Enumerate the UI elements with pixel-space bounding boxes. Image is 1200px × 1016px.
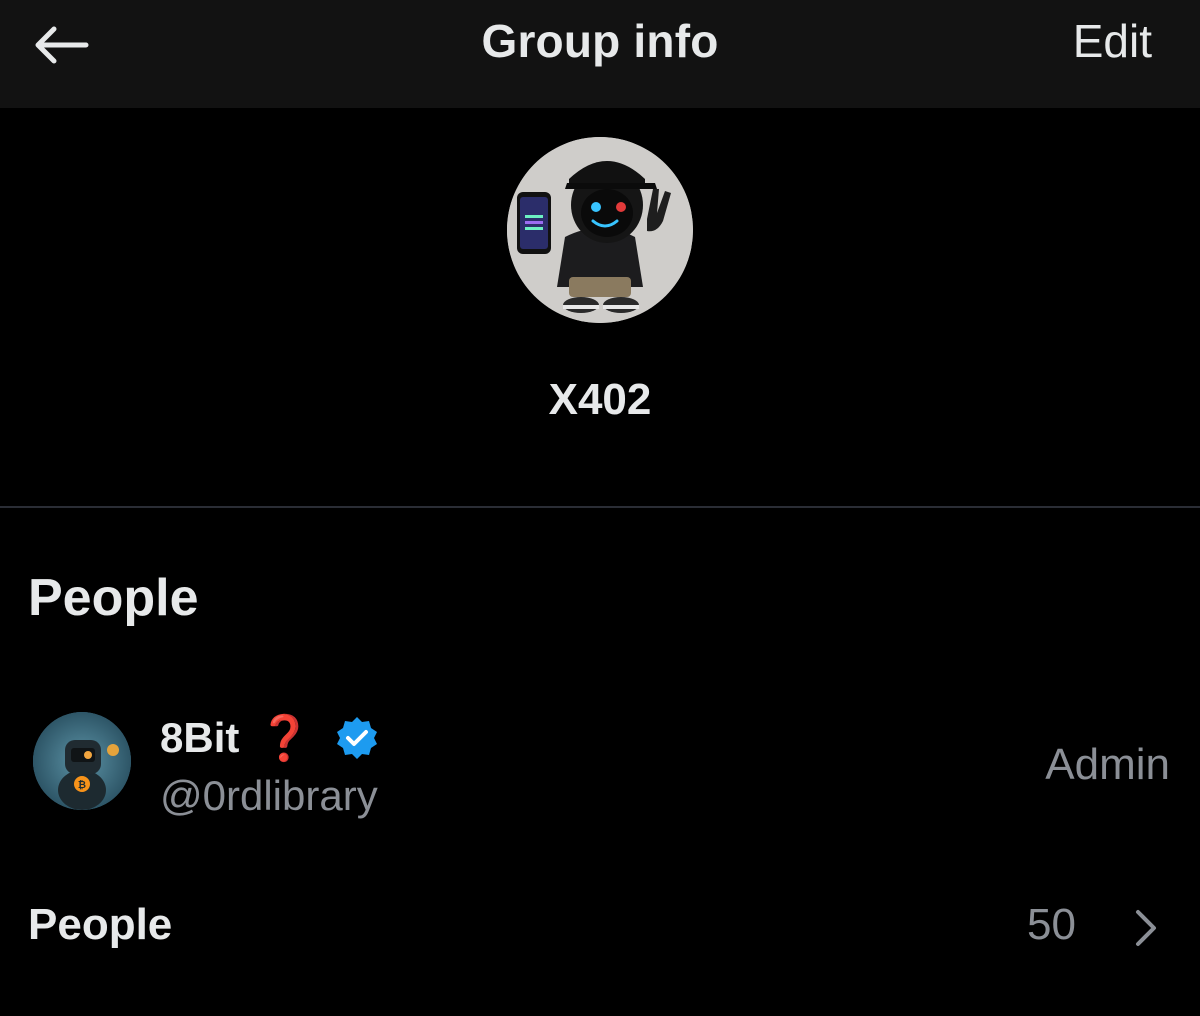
- member-name-text: 8Bit: [160, 714, 240, 761]
- member-name: 8Bit ❓: [160, 712, 380, 764]
- group-avatar[interactable]: [507, 137, 693, 323]
- page-title: Group info: [481, 15, 719, 67]
- member-role-badge: Admin: [1045, 740, 1170, 789]
- svg-text:₿: ₿: [78, 779, 86, 791]
- people-count-row[interactable]: People 50: [0, 890, 1200, 966]
- divider: [0, 506, 1200, 508]
- member-avatar[interactable]: ₿: [33, 712, 131, 810]
- people-section-title: People: [28, 569, 199, 627]
- chevron-right-icon: [1136, 910, 1156, 946]
- verified-badge-icon: [337, 717, 378, 759]
- people-row-label: People: [28, 900, 173, 949]
- top-bar: Group info Edit: [0, 0, 1200, 108]
- member-row[interactable]: ₿ 8Bit ❓ @0rdlibrary Admin: [0, 690, 1200, 840]
- edit-button[interactable]: Edit: [1073, 14, 1152, 68]
- question-mark-emoji: ❓: [257, 714, 313, 763]
- group-avatar-illustration: [507, 137, 693, 323]
- people-count: 50: [1027, 900, 1076, 949]
- group-name: X402: [548, 375, 652, 424]
- member-avatar-illustration: ₿: [33, 712, 131, 810]
- member-handle: @0rdlibrary: [160, 772, 378, 819]
